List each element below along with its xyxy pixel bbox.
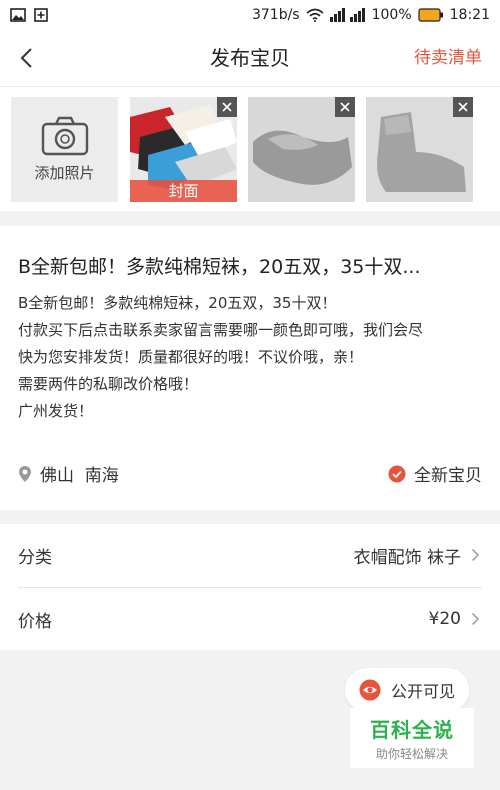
remove-photo-button[interactable] [217,97,237,117]
photo-strip: 添加照片 封面 [0,87,500,211]
location[interactable]: 佛山 南海 [18,461,119,486]
watermark-main-text: 百科全说 [370,718,454,742]
description-line: 付款买下后点击联系卖家留言需要哪一颜色即可哦，我们会尽 [18,321,424,339]
watermark-logo: 百科全说 助你轻松解决 [350,708,474,768]
cover-label: 封面 [130,180,237,202]
price-row[interactable]: 价格 ¥20 [0,588,500,650]
category-value: 衣帽配饰 袜子 [353,547,461,568]
chevron-right-icon [471,612,480,626]
price-value: ¥20 [428,609,461,629]
signal-icon [329,8,366,22]
back-button[interactable] [14,44,42,72]
battery-icon [418,8,444,22]
condition-toggle[interactable]: 全新宝贝 [388,461,482,486]
category-label: 分类 [18,547,52,568]
watermark-sub-text: 助你轻松解决 [375,747,448,761]
close-icon [340,102,350,112]
camera-icon [41,116,88,156]
description-line: B全新包邮！多款纯棉短袜，20五双，35十双！ [18,294,337,312]
close-icon [222,102,232,112]
location-text: 佛山 南海 [40,466,119,486]
price-label: 价格 [18,611,52,632]
check-circle-icon [388,465,406,482]
category-row[interactable]: 分类 衣帽配饰 袜子 [0,524,500,586]
item-title[interactable]: B全新包邮！多款纯棉短袜，20五双，35十双... [18,252,484,279]
visibility-label: 公开可见 [391,682,456,701]
network-speed: 371b/s [251,7,300,23]
eye-icon [359,679,381,701]
add-photo-button[interactable]: 添加照片 [11,97,118,202]
chevron-right-icon [471,548,480,562]
item-description-section: B全新包邮！多款纯棉短袜，20五双，35十双... B全新包邮！多款纯棉短袜，2… [0,226,500,510]
condition-label: 全新宝贝 [414,466,482,486]
remove-photo-button[interactable] [335,97,355,117]
pending-list-link[interactable]: 待卖清单 [414,30,482,86]
location-pin-icon [19,465,31,482]
close-icon [458,102,468,112]
description-line: 广州发货！ [18,402,94,420]
image-icon [10,8,26,22]
battery-percent: 100% [371,7,412,23]
clock: 18:21 [449,7,490,23]
photo-thumbnail-cover[interactable]: 封面 [130,97,237,202]
photo-thumbnail[interactable] [366,97,473,202]
remove-photo-button[interactable] [453,97,473,117]
item-attributes: 分类 衣帽配饰 袜子 价格 ¥20 [0,524,500,650]
add-photo-label: 添加照片 [34,164,95,182]
item-description[interactable]: B全新包邮！多款纯棉短袜，20五双，35十双！ 付款买下后点击联系卖家留言需要哪… [18,290,486,425]
status-bar: 371b/s 100% 18:21 [0,0,500,30]
nav-header: 发布宝贝 待卖清单 [0,30,500,87]
add-box-icon [34,8,48,22]
chevron-left-icon [20,48,32,68]
visibility-toggle[interactable]: 公开可见 [345,668,469,712]
wifi-icon [306,8,324,22]
description-line: 需要两件的私聊改价格哦！ [18,375,199,393]
description-line: 快为您安排发货！质量都很好的哦！不议价哦，亲！ [18,348,364,366]
photo-thumbnail[interactable] [248,97,355,202]
